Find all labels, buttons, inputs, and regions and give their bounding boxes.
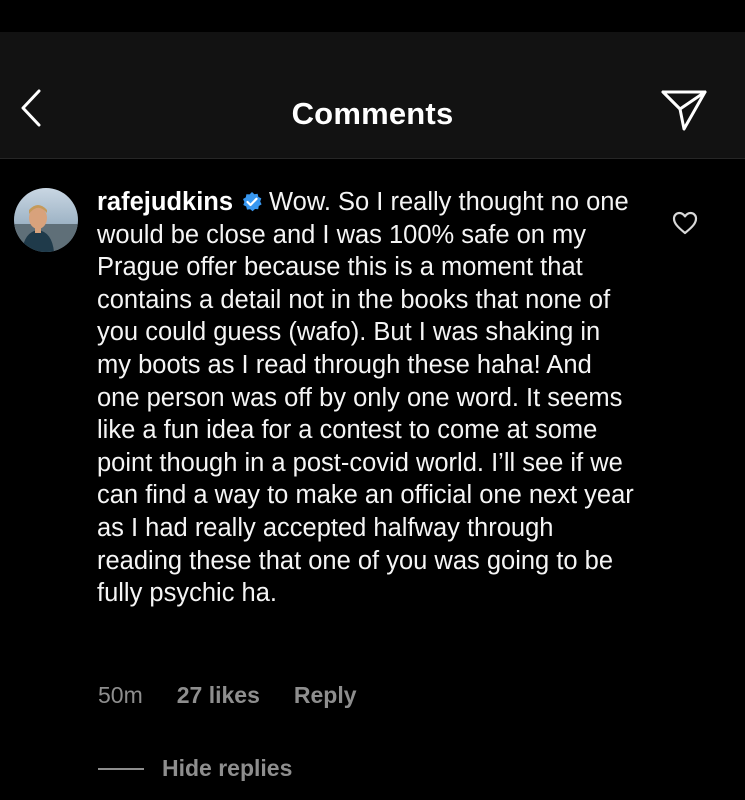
comment-meta: 50m 27 likes Reply [98,682,357,709]
verified-badge-icon [241,189,263,212]
status-bar-area [0,0,745,32]
paper-plane-icon [661,89,707,136]
share-button[interactable] [660,88,708,136]
page-title: Comments [291,96,454,131]
like-button[interactable] [671,211,699,239]
comment-username[interactable]: rafejudkins [97,188,233,216]
avatar[interactable] [14,188,78,252]
hide-replies-button[interactable]: Hide replies [98,755,292,782]
divider-line [98,767,144,770]
comment-timestamp: 50m [98,682,143,708]
reply-button[interactable]: Reply [294,682,357,709]
comment-text: Wow. So I really thought no one would be… [97,188,634,608]
likes-count[interactable]: 27 likes [177,682,260,709]
comments-header: Comments [0,32,745,159]
comment-body: rafejudkins Wow. So I really thought no … [97,186,637,610]
hide-replies-label: Hide replies [162,755,293,781]
heart-icon [672,211,698,240]
